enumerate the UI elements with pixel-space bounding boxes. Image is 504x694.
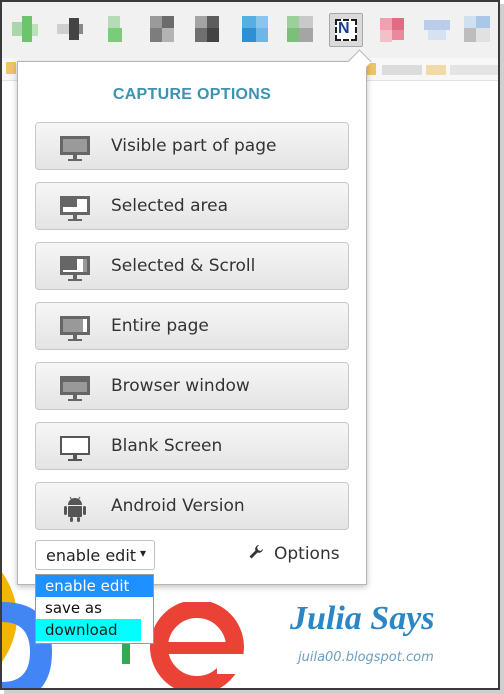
blank-screen-button[interactable]: Blank Screen [35,422,349,470]
extension-icon-6[interactable] [242,16,268,42]
monitor-window-icon [60,376,90,401]
popup-title: CAPTURE OPTIONS [112,86,272,103]
extension-icon-1[interactable] [12,16,38,42]
browser-window-label: Browser window [111,376,250,396]
android-icon [64,496,86,522]
capture-mode-value: enable edit [46,546,137,565]
brand-watermark: Julia Says [290,600,435,637]
frame-shadow-right [500,4,504,694]
visible-part-button[interactable]: Visible part of page [35,122,349,170]
dropdown-item-enable-edit[interactable]: enable edit [36,575,153,597]
dropdown-item-download[interactable]: download [36,619,141,641]
monitor-icon [60,136,90,161]
capture-mode-select[interactable]: enable edit ▾ [35,540,155,570]
selected-area-button[interactable]: Selected area [35,182,349,230]
monitor-scroll-icon [60,256,90,281]
blog-url: juila00.blogspot.com [298,650,434,665]
frame-shadow-bottom [4,690,504,694]
entire-page-button[interactable]: Entire page [35,302,349,350]
blank-screen-label: Blank Screen [111,436,223,456]
extension-icon-7[interactable] [287,16,313,42]
capture-mode-dropdown: enable edit save as download [35,574,154,644]
extension-letter: N [338,20,350,37]
wrench-icon [249,545,263,559]
browser-toolbar: N [2,2,498,59]
browser-window-button[interactable]: Browser window [35,362,349,410]
dropdown-item-save-as[interactable]: save as [36,597,153,619]
capture-extension-button[interactable]: N [329,13,363,47]
extension-icon-3[interactable] [104,16,130,42]
selected-area-label: Selected area [111,196,229,216]
extension-icon-5[interactable] [195,16,221,42]
chevron-down-icon: ▾ [139,546,146,560]
extension-icon-4[interactable] [150,16,176,42]
android-version-button[interactable]: Android Version [35,482,349,530]
extension-icon-8[interactable] [380,16,406,42]
blurred-bookmarks [366,63,498,75]
entire-page-label: Entire page [111,316,209,336]
monitor-entire-icon [60,316,90,341]
android-version-label: Android Version [111,496,245,516]
selected-scroll-label: Selected & Scroll [111,256,256,276]
visible-part-label: Visible part of page [111,136,277,156]
extension-icon-10[interactable] [464,16,490,42]
monitor-selection-icon [60,196,90,221]
extension-icon-9[interactable] [424,16,450,42]
extension-icon-2[interactable] [57,16,83,42]
selected-scroll-button[interactable]: Selected & Scroll [35,242,349,290]
monitor-blank-icon [60,436,90,461]
capture-options-popup: CAPTURE OPTIONS Visible part of page Sel… [17,49,372,585]
folder-icon[interactable] [6,62,16,74]
options-label: Options [274,544,340,564]
